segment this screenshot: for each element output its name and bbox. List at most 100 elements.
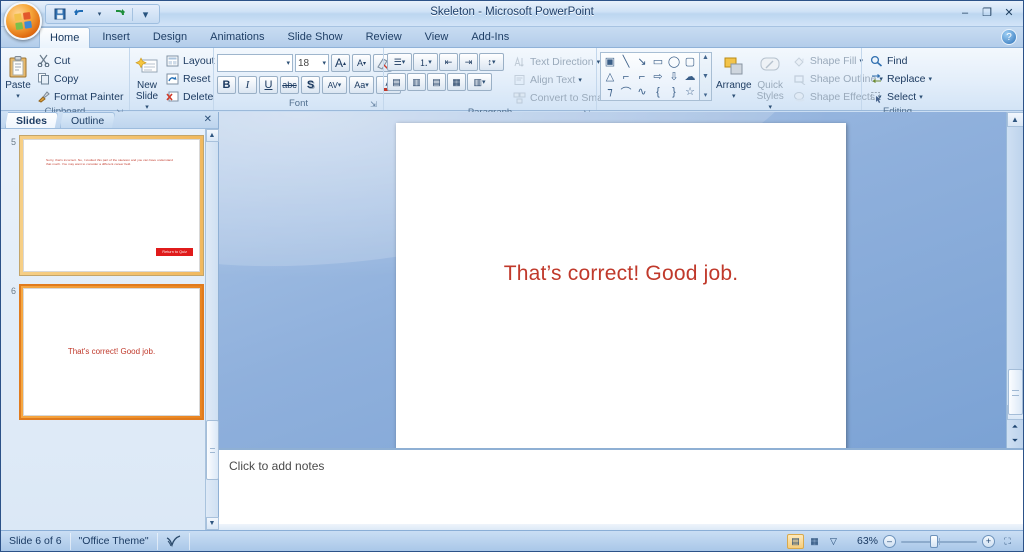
columns-button[interactable]: ▥ ▾ — [467, 73, 492, 91]
align-center-button[interactable]: ▥ — [407, 73, 426, 91]
gallery-more-icon[interactable]: ▾ — [704, 91, 708, 99]
shapes-gallery-scroll[interactable]: ▲ ▼ ▾ — [700, 52, 712, 101]
shrink-font-button[interactable]: A ▾ — [352, 54, 371, 72]
font-name-dropdown-icon[interactable]: ▾ — [286, 59, 290, 67]
slides-scroll-thumb[interactable] — [205, 420, 219, 480]
view-slide-sorter-button[interactable]: ▦ — [806, 534, 823, 549]
current-slide[interactable]: That’s correct! Good job. — [396, 123, 846, 448]
shape-right-brace-icon[interactable]: } — [666, 84, 682, 99]
help-icon[interactable]: ? — [1001, 29, 1017, 45]
bullets-button[interactable]: ☰ ▾ — [387, 53, 412, 71]
shape-line-icon[interactable]: ╲ — [618, 54, 634, 69]
find-button[interactable]: Find — [867, 52, 936, 69]
close-button[interactable]: ✕ — [999, 4, 1019, 21]
redo-icon[interactable] — [110, 6, 129, 23]
next-slide-button[interactable]: ⏷ — [1007, 434, 1024, 448]
view-normal-button[interactable]: ▤ — [787, 533, 804, 549]
font-size-input[interactable]: 18 ▾ — [295, 54, 329, 72]
paste-button[interactable]: Paste ▾ — [4, 52, 32, 102]
shape-elbow-icon[interactable]: ⌐ — [618, 69, 634, 84]
format-painter-button[interactable]: Format Painter — [34, 88, 127, 105]
shape-star-icon[interactable]: ☆ — [682, 84, 698, 99]
gallery-scroll-down-icon[interactable]: ▼ — [702, 73, 709, 80]
slide-scroll-thumb[interactable] — [1007, 369, 1023, 415]
shape-elbow2-icon[interactable]: ⌐ — [634, 69, 650, 84]
tab-view[interactable]: View — [414, 26, 460, 47]
arrange-button[interactable]: Arrange ▾ — [715, 52, 753, 102]
font-name-input[interactable]: ▾ — [217, 54, 293, 72]
theme-name[interactable]: "Office Theme" — [71, 532, 158, 550]
minimize-button[interactable]: – — [955, 4, 975, 21]
slides-scroll-down-icon[interactable]: ▼ — [205, 517, 219, 530]
tab-review[interactable]: Review — [355, 26, 413, 47]
gallery-scroll-up-icon[interactable]: ▲ — [702, 54, 709, 61]
shape-rectangle-icon[interactable]: ▭ — [650, 54, 666, 69]
save-icon[interactable] — [50, 6, 69, 23]
line-spacing-button[interactable]: ↕ ▾ — [479, 53, 504, 71]
slide-thumbnail-5[interactable]: 5 Sorry, that's incorrect. No, I studied… — [5, 135, 204, 276]
copy-button[interactable]: Copy — [34, 70, 127, 87]
character-spacing-button[interactable]: AV ▾ — [322, 76, 347, 94]
slides-scroll-up-icon[interactable]: ▲ — [205, 129, 219, 142]
shape-left-brace-icon[interactable]: { — [650, 84, 666, 99]
zoom-out-button[interactable]: – — [883, 534, 896, 548]
previous-slide-button[interactable]: ⏶ — [1007, 420, 1024, 434]
text-shadow-button[interactable]: S — [301, 76, 320, 94]
tab-design[interactable]: Design — [142, 26, 198, 47]
select-button[interactable]: Select ▾ — [867, 88, 936, 105]
shape-oval-icon[interactable]: ◯ — [666, 54, 682, 69]
cut-button[interactable]: Cut — [34, 52, 127, 69]
shape-rounded-rect-icon[interactable]: ▢ — [682, 54, 698, 69]
strikethrough-button[interactable]: abc — [280, 76, 299, 94]
customize-qat-icon[interactable]: ▾ — [136, 6, 155, 23]
underline-button[interactable]: U — [259, 76, 278, 94]
change-case-button[interactable]: Aa ▾ — [349, 76, 374, 94]
slide-scroll-track[interactable] — [1007, 127, 1024, 415]
decrease-indent-button[interactable]: ⇤ — [439, 53, 458, 71]
slide-text[interactable]: That’s correct! Good job. — [396, 262, 846, 286]
grow-font-button[interactable]: A ▴ — [331, 54, 350, 72]
numbering-button[interactable]: ⒈ ▾ — [413, 53, 438, 71]
slide-scrollbar[interactable]: ▲ ▼ ⏶ ⏷ — [1006, 112, 1023, 448]
new-slide-button[interactable]: New Slide ▾ — [133, 52, 161, 115]
shape-arc-icon[interactable]: ∿ — [634, 84, 650, 99]
tab-home[interactable]: Home — [39, 27, 91, 48]
close-pane-icon[interactable]: ✕ — [204, 114, 212, 125]
tab-slide-show[interactable]: Slide Show — [277, 26, 354, 47]
view-slideshow-button[interactable]: ▽ — [825, 534, 842, 549]
font-dialog-launcher[interactable]: ⇲ — [369, 100, 378, 109]
shape-cloud-icon[interactable]: ☁ — [682, 69, 698, 84]
tab-animations[interactable]: Animations — [199, 26, 275, 47]
shape-triangle-icon[interactable]: △ — [602, 69, 618, 84]
font-size-dropdown-icon[interactable]: ▾ — [322, 59, 326, 67]
increase-indent-button[interactable]: ⇥ — [459, 53, 478, 71]
zoom-slider[interactable] — [901, 534, 977, 548]
tab-add-ins[interactable]: Add-Ins — [460, 26, 520, 47]
restore-button[interactable]: ❐ — [977, 4, 997, 21]
align-left-button[interactable]: ▤ — [387, 73, 406, 91]
undo-dropdown-icon[interactable]: ▾ — [90, 6, 109, 23]
slide-thumbnail-6[interactable]: 6 That's correct! Good job. — [5, 284, 204, 420]
shape-curve-icon[interactable]: ⌒ — [618, 84, 634, 99]
quick-styles-button[interactable]: Quick Styles ▾ — [756, 52, 785, 115]
office-button[interactable] — [4, 2, 42, 40]
notes-pane[interactable]: Click to add notes — [219, 448, 1023, 530]
bold-button[interactable]: B — [217, 76, 236, 94]
shape-right-arrow-icon[interactable]: ⇨ — [650, 69, 666, 84]
fit-to-window-button[interactable]: ⛶ — [1000, 534, 1015, 548]
shape-down-arrow-icon[interactable]: ⇩ — [666, 69, 682, 84]
shape-freeform-icon[interactable]: ⁊ — [602, 84, 618, 99]
shapes-gallery[interactable]: ▣ ╲ ↘ ▭ ◯ ▢ △ ⌐ ⌐ ⇨ ⇩ ☁ ⁊ ⌒ ∿ {} ☆ ▲ ▼ … — [600, 52, 712, 101]
arrange-dropdown-icon[interactable]: ▾ — [732, 92, 736, 100]
tab-slides[interactable]: Slides — [5, 112, 58, 128]
zoom-in-button[interactable]: + — [982, 534, 995, 548]
tab-outline[interactable]: Outline — [59, 112, 116, 128]
zoom-level[interactable]: 63% — [848, 535, 878, 547]
paste-dropdown-icon[interactable]: ▾ — [16, 92, 20, 100]
undo-icon[interactable] — [70, 6, 89, 23]
justify-button[interactable]: ▦ — [447, 73, 466, 91]
shape-textbox-icon[interactable]: ▣ — [602, 54, 618, 69]
shape-arrow-icon[interactable]: ↘ — [634, 54, 650, 69]
zoom-slider-handle[interactable] — [930, 534, 938, 548]
replace-button[interactable]: Replace ▾ — [867, 70, 936, 87]
